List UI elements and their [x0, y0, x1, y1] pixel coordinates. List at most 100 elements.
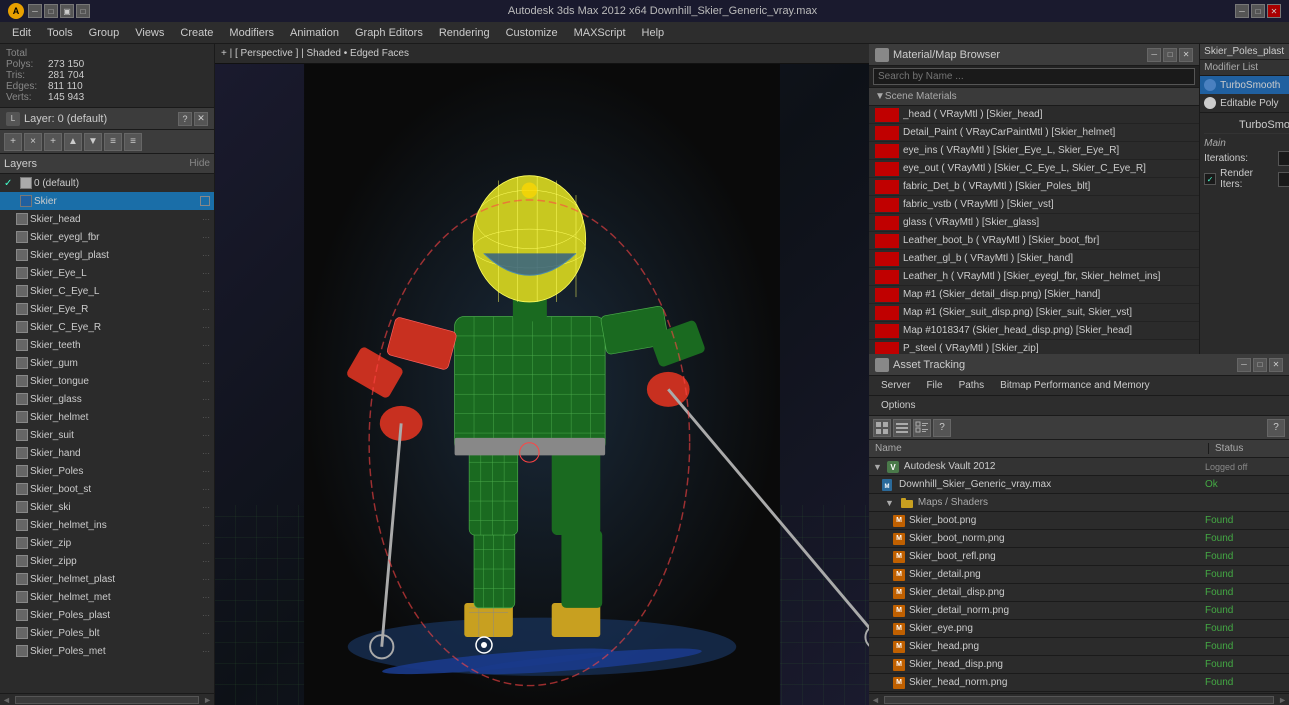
layer-item[interactable]: Skier_helmet_met ···: [0, 588, 214, 606]
layer-item[interactable]: Skier_Poles_plast ···: [0, 606, 214, 624]
layer-item[interactable]: Skier_C_Eye_L ···: [0, 282, 214, 300]
layer-item[interactable]: Skier_zip ···: [0, 534, 214, 552]
layer-add-btn[interactable]: +: [4, 133, 22, 151]
asset-file-item[interactable]: M Skier_boot_norm.png Found: [869, 530, 1289, 548]
material-item[interactable]: fabric_vstb ( VRayMtl ) [Skier_vst]: [869, 196, 1199, 214]
layer-item[interactable]: Skier_ski ···: [0, 498, 214, 516]
asset-menu-file[interactable]: File: [918, 378, 950, 393]
asset-h-scrollbar[interactable]: [884, 696, 1274, 704]
asset-menu-options[interactable]: Options: [873, 398, 923, 413]
asset-file-item[interactable]: M Skier_boot.png Found: [869, 512, 1289, 530]
material-item[interactable]: Map #1 (Skier_suit_disp.png) [Skier_suit…: [869, 304, 1199, 322]
layer-item[interactable]: Skier_Poles_met ···: [0, 642, 214, 660]
layer-new-btn[interactable]: +: [44, 133, 62, 151]
modifier-item[interactable]: TurboSmooth: [1200, 76, 1289, 94]
material-item[interactable]: P_steel ( VRayMtl ) [Skier_zip]: [869, 340, 1199, 354]
layer-opt1-btn[interactable]: ≡: [104, 133, 122, 151]
layer-item[interactable]: Skier_Eye_L ···: [0, 264, 214, 282]
asset-file-item[interactable]: M Skier_detail_norm.png Found: [869, 602, 1289, 620]
mat-maximize-btn[interactable]: □: [1163, 48, 1177, 62]
menu-rendering[interactable]: Rendering: [431, 25, 498, 41]
asset-menu-bitmap[interactable]: Bitmap Performance and Memory: [992, 378, 1158, 393]
layer-item[interactable]: Skier_tongue ···: [0, 372, 214, 390]
asset-file-item[interactable]: M Skier_head_disp.png Found: [869, 656, 1289, 674]
viewport-canvas[interactable]: [215, 64, 869, 705]
title-bar-controls[interactable]: ─ □ ▣ □: [28, 4, 90, 18]
menu-help[interactable]: Help: [634, 25, 673, 41]
material-search-bar[interactable]: [869, 66, 1199, 88]
material-item[interactable]: _head ( VRayMtl ) [Skier_head]: [869, 106, 1199, 124]
asset-tracking-controls[interactable]: ─ □ ✕: [1237, 358, 1283, 372]
asset-close-btn[interactable]: ✕: [1269, 358, 1283, 372]
layer-item[interactable]: Skier_teeth ···: [0, 336, 214, 354]
menu-group[interactable]: Group: [81, 25, 128, 41]
menu-animation[interactable]: Animation: [282, 25, 347, 41]
asset-file-item[interactable]: M Skier_detail_disp.png Found: [869, 584, 1289, 602]
asset-file-item[interactable]: M Downhill_Skier_Generic_vray.max Ok: [869, 476, 1289, 494]
window-controls[interactable]: ─ □ ✕: [1235, 4, 1281, 18]
menu-maxscript[interactable]: MAXScript: [566, 25, 634, 41]
modifier-item[interactable]: Editable Poly: [1200, 94, 1289, 112]
material-item[interactable]: Leather_h ( VRayMtl ) [Skier_eyegl_fbr, …: [869, 268, 1199, 286]
asset-help-btn[interactable]: ?: [1267, 419, 1285, 437]
asset-tb-btn-2[interactable]: [893, 419, 911, 437]
layer-item[interactable]: Skier: [0, 192, 214, 210]
menu-modifiers[interactable]: Modifiers: [221, 25, 282, 41]
layer-item[interactable]: Skier_head ···: [0, 210, 214, 228]
layer-item[interactable]: Skier_eyegl_fbr ···: [0, 228, 214, 246]
asset-file-item[interactable]: M Skier_eye.png Found: [869, 620, 1289, 638]
layer-item[interactable]: Skier_helmet ···: [0, 408, 214, 426]
layer-item[interactable]: Skier_gum ···: [0, 354, 214, 372]
layer-item[interactable]: Skier_zipp ···: [0, 552, 214, 570]
asset-tb-btn-4[interactable]: ?: [933, 419, 951, 437]
material-item[interactable]: Detail_Paint ( VRayCarPaintMtl ) [Skier_…: [869, 124, 1199, 142]
title-btn-3[interactable]: ▣: [60, 4, 74, 18]
asset-subgroup[interactable]: ▼ Maps / Shaders: [869, 494, 1289, 512]
hide-button[interactable]: Hide: [189, 158, 210, 169]
material-item[interactable]: fabric_Det_b ( VRayMtl ) [Skier_Poles_bl…: [869, 178, 1199, 196]
layer-item[interactable]: Skier_helmet_plast ···: [0, 570, 214, 588]
title-btn-4[interactable]: □: [76, 4, 90, 18]
minimize-btn[interactable]: ─: [1235, 4, 1249, 18]
asset-maximize-btn[interactable]: □: [1253, 358, 1267, 372]
asset-file-item[interactable]: M Skier_boot_refl.png Found: [869, 548, 1289, 566]
layer-item[interactable]: Skier_eyegl_plast ···: [0, 246, 214, 264]
menu-tools[interactable]: Tools: [39, 25, 81, 41]
material-item[interactable]: glass ( VRayMtl ) [Skier_glass]: [869, 214, 1199, 232]
menu-create[interactable]: Create: [172, 25, 221, 41]
asset-minimize-btn[interactable]: ─: [1237, 358, 1251, 372]
layer-item[interactable]: ✓ 0 (default): [0, 174, 214, 192]
material-item[interactable]: Leather_boot_b ( VRayMtl ) [Skier_boot_f…: [869, 232, 1199, 250]
layer-opt2-btn[interactable]: ≡: [124, 133, 142, 151]
material-item[interactable]: eye_out ( VRayMtl ) [Skier_C_Eye_L, Skie…: [869, 160, 1199, 178]
menu-views[interactable]: Views: [127, 25, 172, 41]
asset-file-item[interactable]: M Skier_detail.png Found: [869, 566, 1289, 584]
mat-minimize-btn[interactable]: ─: [1147, 48, 1161, 62]
asset-tb-btn-3[interactable]: [913, 419, 931, 437]
layer-item[interactable]: Skier_boot_st ···: [0, 480, 214, 498]
title-btn-2[interactable]: □: [44, 4, 58, 18]
menu-graph-editors[interactable]: Graph Editors: [347, 25, 431, 41]
layer-h-scrollbar[interactable]: [15, 696, 199, 704]
layer-scrollbar[interactable]: ◄ ►: [0, 693, 214, 705]
title-btn-1[interactable]: ─: [28, 4, 42, 18]
maximize-btn[interactable]: □: [1251, 4, 1265, 18]
asset-scrollbar[interactable]: ◄ ►: [869, 693, 1289, 705]
layer-item[interactable]: Skier_glass ···: [0, 390, 214, 408]
asset-group[interactable]: ▼ V Autodesk Vault 2012 Logged off: [869, 458, 1289, 476]
layer-item[interactable]: Skier_hand ···: [0, 444, 214, 462]
layer-item[interactable]: Skier_suit ···: [0, 426, 214, 444]
menu-edit[interactable]: Edit: [4, 25, 39, 41]
asset-file-item[interactable]: M Skier_head.png Found: [869, 638, 1289, 656]
material-item[interactable]: Map #1 (Skier_detail_disp.png) [Skier_ha…: [869, 286, 1199, 304]
layer-item[interactable]: Skier_C_Eye_R ···: [0, 318, 214, 336]
layer-help-btn[interactable]: ?: [178, 112, 192, 126]
layer-close-btn[interactable]: ✕: [194, 112, 208, 126]
mat-close-btn[interactable]: ✕: [1179, 48, 1193, 62]
material-section-header[interactable]: ▼ Scene Materials: [869, 88, 1199, 106]
material-item[interactable]: Leather_gl_b ( VRayMtl ) [Skier_hand]: [869, 250, 1199, 268]
layer-item[interactable]: Skier_Eye_R ···: [0, 300, 214, 318]
menu-customize[interactable]: Customize: [498, 25, 566, 41]
material-search-input[interactable]: [873, 68, 1195, 85]
render-iters-checkbox[interactable]: ✓: [1204, 173, 1216, 185]
